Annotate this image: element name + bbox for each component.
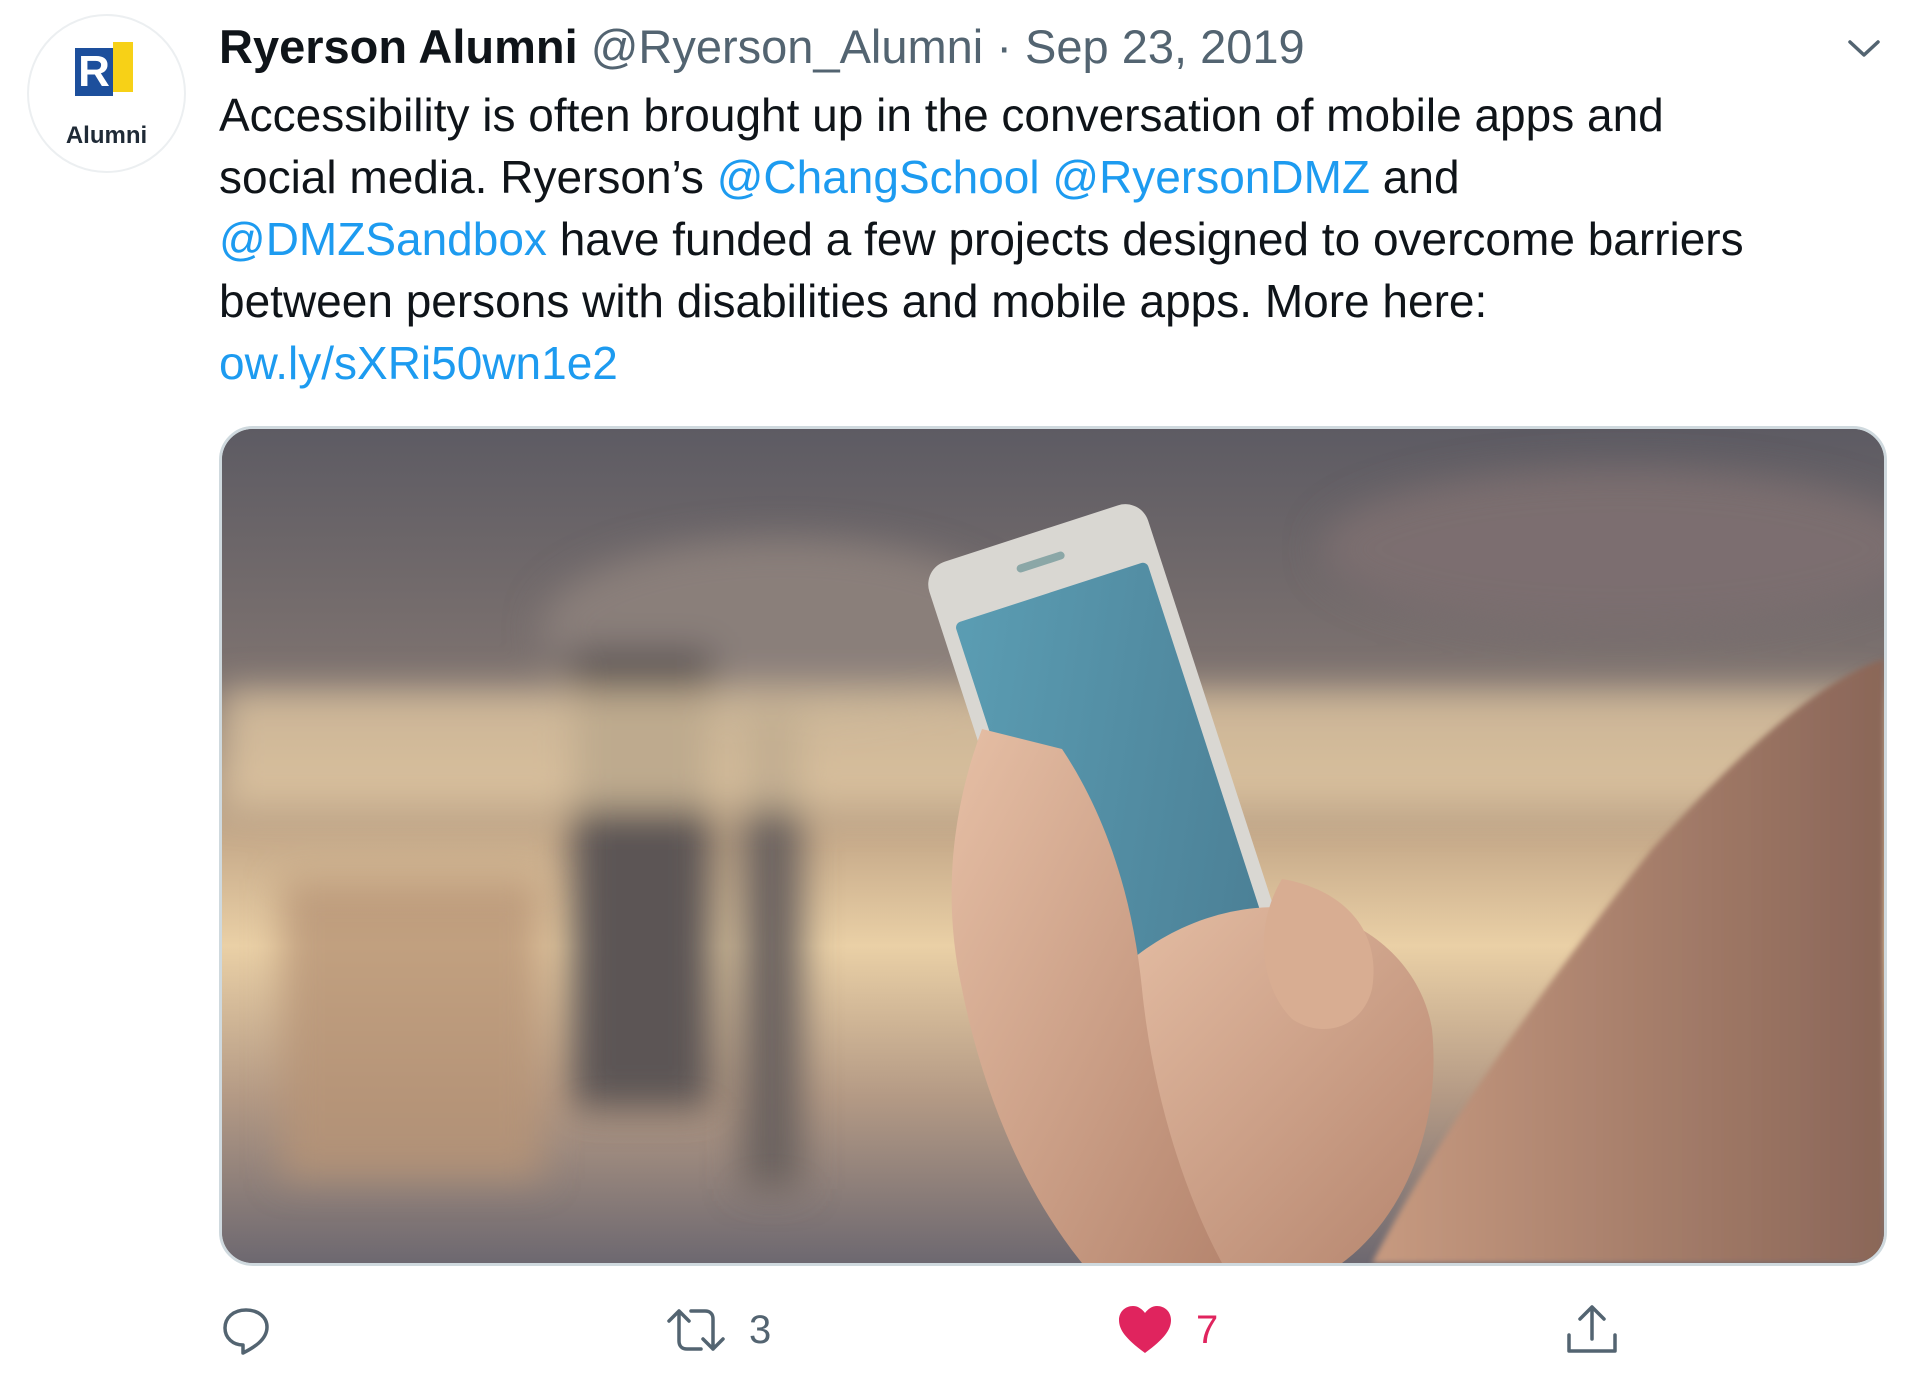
avatar[interactable]: R Alumni [27,14,186,173]
tweet-text-line-1: Accessibility is often brought up in the… [219,89,1664,141]
chevron-down-icon[interactable] [1840,24,1888,72]
text-fragment [1040,151,1053,203]
text-fragment: have funded a few projects designed to o… [546,213,1744,265]
avatar-logo-text: Alumni [65,122,148,149]
logo-letter: R [78,47,110,96]
retweet-icon [667,1309,725,1351]
author-handle[interactable]: @Ryerson_Alumni [591,20,984,73]
heart-filled-icon [1119,1306,1171,1353]
text-fragment: social media. Ryerson’s [219,151,717,203]
share-upload-icon [1567,1305,1617,1353]
tweet-date[interactable]: Sep 23, 2019 [1025,20,1305,73]
like-count: 7 [1196,1307,1219,1352]
retweet-count: 3 [749,1307,772,1352]
tweet-text-line-3: @DMZSandbox have funded a few projects d… [219,208,1899,270]
mention-changschool[interactable]: @ChangSchool [717,151,1040,203]
tweet-header: Ryerson Alumni @Ryerson_Alumni · Sep 23,… [219,14,1305,80]
ryerson-logo-yellow-bar [113,42,133,92]
ryerson-logo-r: R [75,48,113,96]
tweet-text: Accessibility is often brought up in the… [219,84,1899,394]
tweet-media-image[interactable] [219,426,1887,1266]
tweet-text-line-5: ow.ly/sXRi50wn1e2 [219,332,1899,394]
header-separator: · [996,20,1012,73]
share-button[interactable] [1563,1295,1621,1365]
author-name[interactable]: Ryerson Alumni [219,20,578,73]
tweet-text-line-4: between persons with disabilities and mo… [219,275,1488,327]
phone-in-hands-photo [222,429,1884,1263]
mention-ryersondmz[interactable]: @RyersonDMZ [1052,151,1370,203]
like-button[interactable]: 7 [1116,1295,1218,1365]
text-fragment: and [1370,151,1460,203]
reply-button[interactable] [219,1295,295,1365]
retweet-button[interactable]: 3 [665,1295,771,1365]
tweet-actions: 3 7 [219,1295,1669,1365]
tweet-card: R Alumni Ryerson Alumni @Ryerson_Alumni … [0,0,1920,1374]
tweet-text-line-2: social media. Ryerson’s @ChangSchool @Ry… [219,146,1899,208]
external-link[interactable]: ow.ly/sXRi50wn1e2 [219,337,618,389]
mention-dmzsandbox[interactable]: @DMZSandbox [219,213,547,265]
reply-bubble-icon [223,1308,269,1355]
